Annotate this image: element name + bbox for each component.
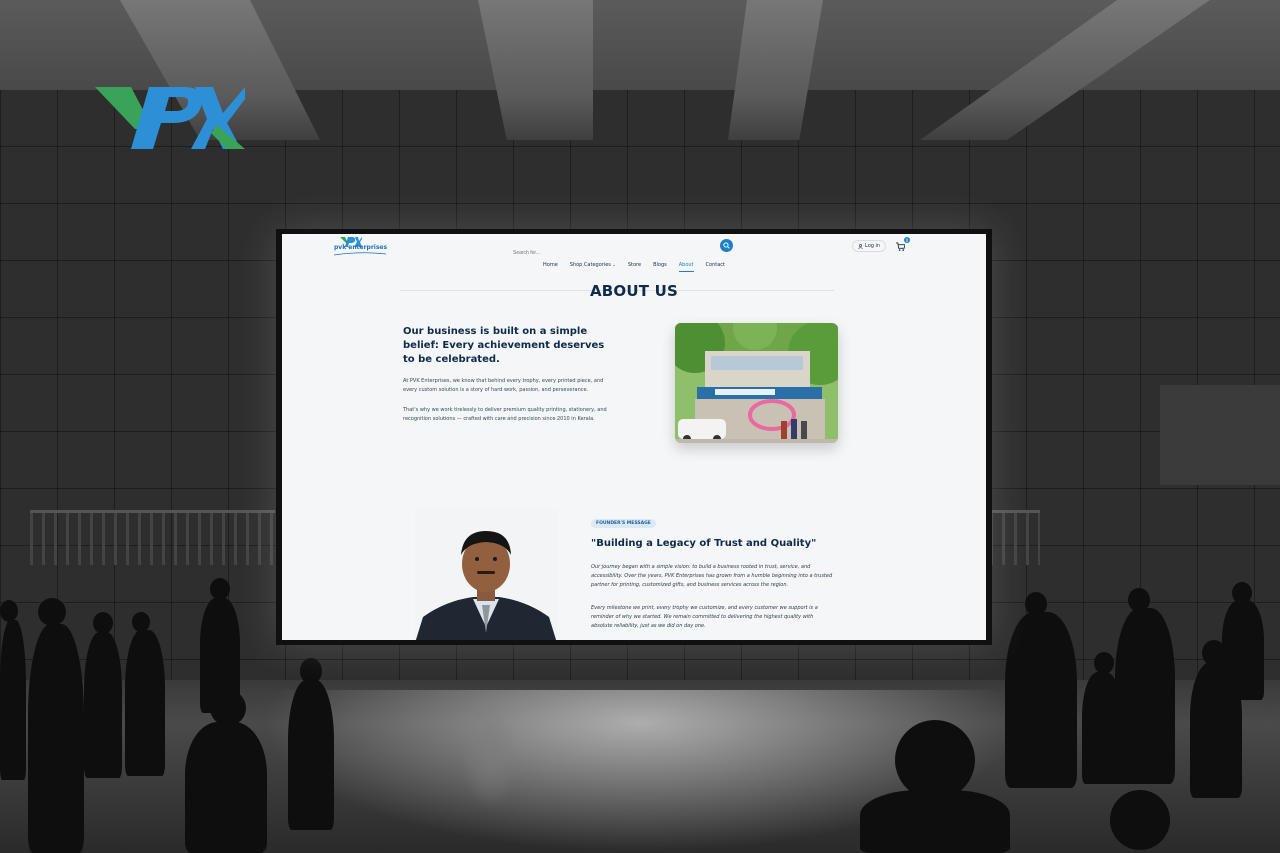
person-silhouette <box>1005 612 1077 788</box>
person-silhouette <box>1094 652 1114 674</box>
founder-paragraph: Every milestone we print, every trophy w… <box>591 605 818 629</box>
person-silhouette <box>210 578 230 600</box>
person-silhouette <box>1110 790 1170 850</box>
person-silhouette <box>0 600 18 622</box>
person-silhouette <box>125 630 165 776</box>
login-button[interactable]: Log in <box>852 240 887 252</box>
person-silhouette <box>1222 600 1264 700</box>
person-silhouette <box>28 624 84 853</box>
founder-title: "Building a Legacy of Trust and Quality" <box>591 538 817 549</box>
display-screen: pvk enterprises Lo <box>276 229 992 645</box>
person-silhouette <box>860 790 1010 853</box>
about-headline: Our business is built on a simple belief… <box>403 326 605 365</box>
nav-item-label: Shop Categories <box>569 262 611 268</box>
site-logo[interactable]: pvk enterprises <box>334 237 392 257</box>
about-paragraph: At PVK Enterprises, we know that behind … <box>403 378 604 393</box>
screen-reflection <box>460 700 520 810</box>
page-title: ABOUT US <box>589 282 678 300</box>
person-silhouette <box>0 620 26 780</box>
person-silhouette <box>895 720 975 800</box>
founder-message-badge: FOUNDER'S MESSAGE <box>591 519 656 528</box>
person-silhouette <box>93 612 113 634</box>
search-bar <box>511 239 733 260</box>
person-silhouette <box>38 598 66 626</box>
chevron-down-icon: ⌄ <box>612 262 616 267</box>
site-header: pvk enterprises Lo <box>282 234 986 260</box>
person-silhouette <box>132 612 150 632</box>
person-silhouette <box>84 632 122 778</box>
store-front-photo <box>675 323 838 443</box>
wall-panel <box>1160 385 1280 485</box>
nav-item-shop-categories[interactable]: Shop Categories ⌄ <box>570 258 616 272</box>
balcony-railing <box>990 510 1040 565</box>
cart-button[interactable]: 0 <box>894 237 910 253</box>
logo-swoosh-icon <box>334 252 386 256</box>
about-paragraph: That's why we work tirelessly to deliver… <box>403 407 607 422</box>
nav-item-home[interactable]: Home <box>543 258 558 272</box>
nav-item-blogs[interactable]: Blogs <box>653 258 667 272</box>
person-silhouette <box>1115 608 1175 784</box>
nav-item-about[interactable]: About <box>678 258 694 272</box>
user-icon <box>858 243 863 249</box>
cart-icon <box>896 242 905 251</box>
pvk-wall-logo <box>95 87 245 149</box>
founder-paragraph: Our journey began with a simple vision: … <box>591 564 833 588</box>
website-about-page: pvk enterprises Lo <box>282 234 986 640</box>
nav-item-contact[interactable]: Contact <box>706 258 725 272</box>
nav-item-store[interactable]: Store <box>628 258 641 272</box>
person-silhouette <box>185 722 267 853</box>
cart-count-badge: 0 <box>904 237 910 243</box>
person-silhouette <box>210 690 246 726</box>
search-button[interactable] <box>720 239 733 252</box>
balcony-railing <box>30 510 275 565</box>
person-silhouette <box>288 680 334 830</box>
login-label: Log in <box>865 243 881 249</box>
site-logo-text: pvk enterprises <box>334 244 388 251</box>
main-nav: Home Shop Categories ⌄ Store Blogs About… <box>282 258 986 272</box>
search-icon <box>723 242 730 249</box>
founder-photo <box>415 509 557 640</box>
